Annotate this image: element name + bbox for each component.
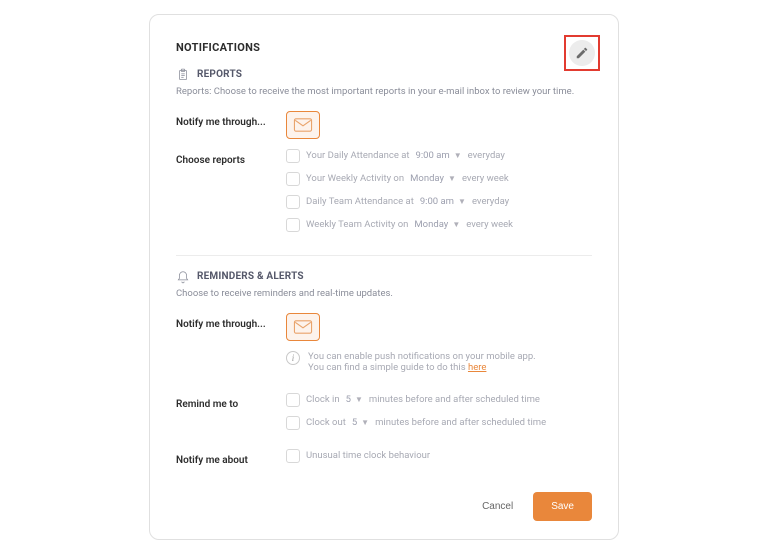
checkbox[interactable] — [286, 416, 300, 430]
option-suffix: everyday — [472, 196, 509, 207]
notify-about-label: Notify me about — [176, 449, 286, 472]
option-text: Clock out — [306, 417, 346, 428]
envelope-icon — [293, 118, 313, 132]
bell-icon — [176, 270, 190, 284]
notify-through-label: Notify me through... — [176, 313, 286, 383]
checkbox[interactable] — [286, 393, 300, 407]
cancel-button[interactable]: Cancel — [472, 492, 523, 521]
edit-highlight — [564, 35, 600, 71]
report-option-team-attendance: Daily Team Attendance at 9:00 am ▼ every… — [286, 195, 592, 209]
report-option-weekly-activity: Your Weekly Activity on Monday ▼ every w… — [286, 172, 592, 186]
remind-clock-in: Clock in 5 ▼ minutes before and after sc… — [286, 393, 592, 407]
option-suffix: minutes before and after scheduled time — [369, 394, 540, 405]
email-channel-button[interactable] — [286, 111, 320, 139]
option-text: Weekly Team Activity on — [306, 219, 408, 230]
checkbox[interactable] — [286, 172, 300, 186]
reports-heading: REPORTS — [197, 69, 242, 80]
minutes-select[interactable]: 5 ▼ — [346, 394, 363, 405]
chevron-down-icon: ▼ — [448, 174, 456, 183]
panel-title: NOTIFICATIONS — [176, 41, 592, 54]
report-option-daily-attendance: Your Daily Attendance at 9:00 am ▼ every… — [286, 149, 592, 163]
divider — [176, 255, 592, 256]
chevron-down-icon: ▼ — [452, 220, 460, 229]
chevron-down-icon: ▼ — [355, 395, 363, 404]
notify-unusual-behaviour: Unusual time clock behaviour — [286, 449, 592, 463]
save-button[interactable]: Save — [533, 492, 592, 521]
option-text: Your Daily Attendance at — [306, 150, 410, 161]
notify-through-label: Notify me through... — [176, 111, 286, 139]
option-text: Daily Team Attendance at — [306, 196, 414, 207]
chevron-down-icon: ▼ — [458, 197, 466, 206]
pencil-icon — [575, 46, 589, 60]
option-suffix: everyday — [468, 150, 505, 161]
report-option-team-activity: Weekly Team Activity on Monday ▼ every w… — [286, 218, 592, 232]
clipboard-icon — [176, 68, 190, 82]
checkbox[interactable] — [286, 449, 300, 463]
remind-me-label: Remind me to — [176, 393, 286, 439]
envelope-icon — [293, 320, 313, 334]
option-text: Unusual time clock behaviour — [306, 450, 430, 461]
reminders-desc: Choose to receive reminders and real-tim… — [176, 288, 592, 299]
day-select[interactable]: Monday ▼ — [410, 173, 456, 184]
option-suffix: every week — [466, 219, 513, 230]
info-text-line2: You can find a simple guide to do this h… — [308, 362, 536, 373]
checkbox[interactable] — [286, 149, 300, 163]
checkbox[interactable] — [286, 218, 300, 232]
option-suffix: every week — [462, 173, 509, 184]
edit-button[interactable] — [569, 40, 595, 66]
minutes-select[interactable]: 5 ▼ — [352, 417, 369, 428]
remind-clock-out: Clock out 5 ▼ minutes before and after s… — [286, 416, 592, 430]
option-text: Your Weekly Activity on — [306, 173, 404, 184]
reports-heading-row: REPORTS — [176, 68, 592, 82]
reminders-heading-row: REMINDERS & ALERTS — [176, 270, 592, 284]
chevron-down-icon: ▼ — [361, 418, 369, 427]
info-icon: i — [286, 351, 300, 365]
time-select[interactable]: 9:00 am ▼ — [416, 150, 462, 161]
option-text: Clock in — [306, 394, 340, 405]
choose-reports-label: Choose reports — [176, 149, 286, 241]
notifications-panel: NOTIFICATIONS REPORTS Reports: Choose to… — [149, 14, 619, 540]
push-info: i You can enable push notifications on y… — [286, 351, 592, 373]
email-channel-button[interactable] — [286, 313, 320, 341]
guide-link[interactable]: here — [468, 362, 486, 373]
day-select[interactable]: Monday ▼ — [414, 219, 460, 230]
actions-row: Cancel Save — [176, 492, 592, 521]
info-text-line1: You can enable push notifications on you… — [308, 351, 536, 362]
option-suffix: minutes before and after scheduled time — [375, 417, 546, 428]
checkbox[interactable] — [286, 195, 300, 209]
reports-desc: Reports: Choose to receive the most impo… — [176, 86, 592, 97]
reminders-heading: REMINDERS & ALERTS — [197, 271, 304, 282]
chevron-down-icon: ▼ — [454, 151, 462, 160]
time-select[interactable]: 9:00 am ▼ — [420, 196, 466, 207]
